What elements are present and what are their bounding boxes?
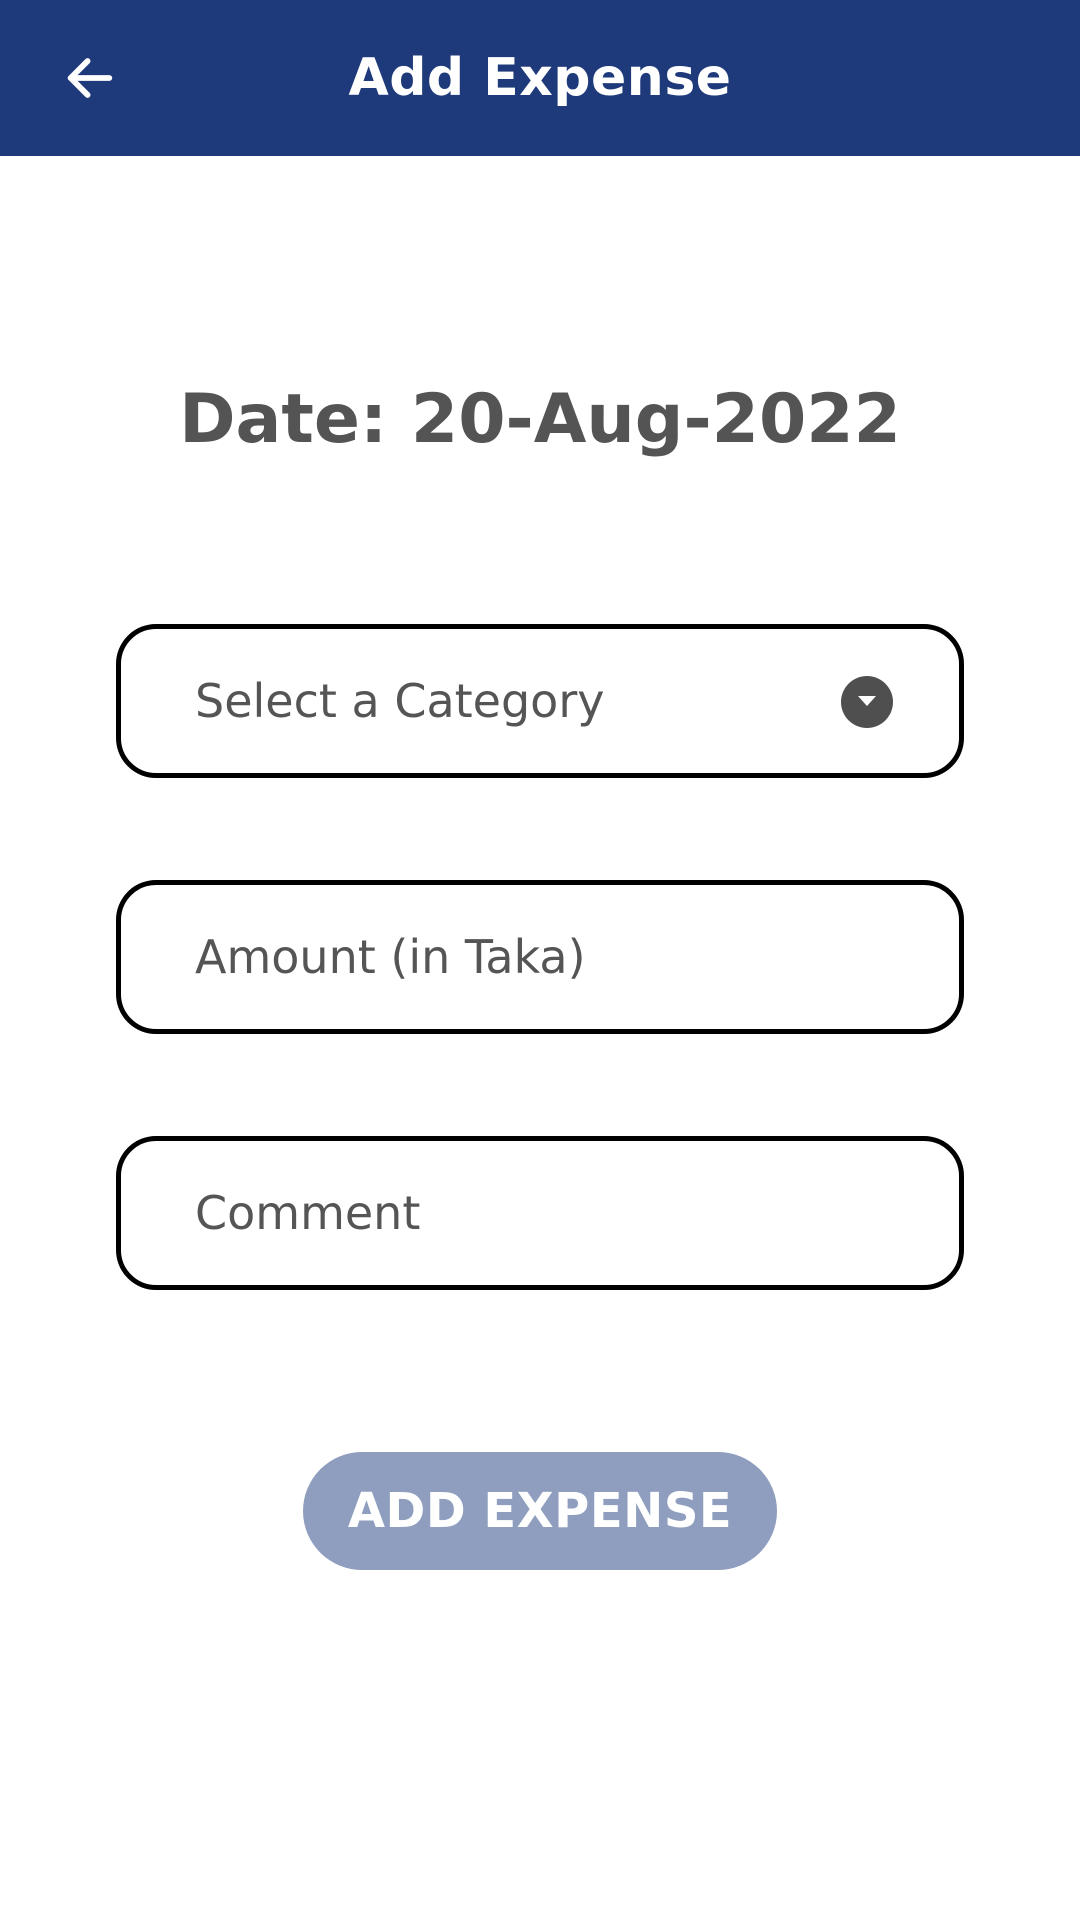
- app-bar: Add Expense: [0, 0, 1080, 156]
- comment-field-container: [116, 1136, 964, 1290]
- add-expense-button[interactable]: ADD EXPENSE: [303, 1452, 777, 1570]
- page-title: Add Expense: [348, 48, 732, 108]
- category-dropdown[interactable]: Select a Category: [116, 624, 964, 778]
- amount-field-container: [116, 880, 964, 1034]
- date-heading: Date: 20-Aug-2022: [179, 380, 901, 459]
- dropdown-circle-icon: [841, 676, 893, 728]
- comment-input[interactable]: [195, 1141, 885, 1285]
- category-dropdown-label: Select a Category: [195, 674, 605, 728]
- amount-input[interactable]: [195, 885, 885, 1029]
